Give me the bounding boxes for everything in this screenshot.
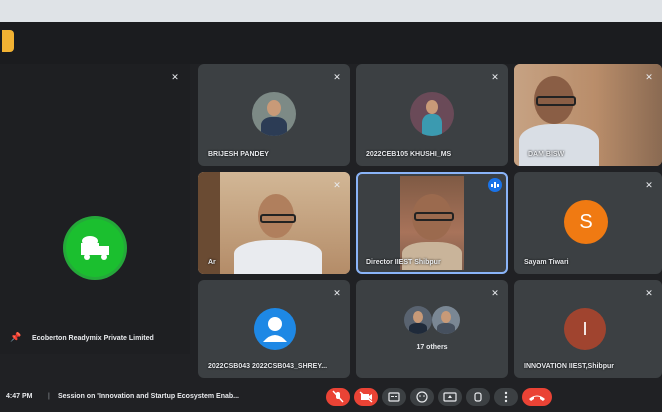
mute-icon: ✕ xyxy=(491,288,499,298)
glasses xyxy=(260,214,296,223)
participant-name: Ar xyxy=(208,259,216,266)
presenter-mute-icon: ✕ xyxy=(171,72,179,82)
participant-name: BRIJESH PANDEY xyxy=(208,151,269,158)
mute-icon: ✕ xyxy=(333,72,341,82)
avatar xyxy=(410,92,454,136)
mute-icon: ✕ xyxy=(645,180,653,190)
meeting-time: 4:47 PM xyxy=(6,393,33,400)
app-badge-icon[interactable] xyxy=(2,30,14,52)
others-avatar-1 xyxy=(404,306,432,334)
glasses xyxy=(536,96,576,106)
separator: | xyxy=(48,393,50,400)
present-icon[interactable] xyxy=(438,388,462,406)
meeting-title: Session on 'Innovation and Startup Ecosy… xyxy=(58,393,239,400)
captions-icon[interactable] xyxy=(382,388,406,406)
participant-shirt xyxy=(519,124,599,166)
more-options-icon[interactable] xyxy=(494,388,518,406)
avatar xyxy=(252,92,296,136)
mute-icon: ✕ xyxy=(645,72,653,82)
camera-off-icon[interactable] xyxy=(354,388,378,406)
participant-name: DAM BISW xyxy=(528,151,565,158)
participant-name: 2022CEB105 KHUSHI_MS xyxy=(366,151,452,158)
participant-name: INNOVATION IIEST,Shibpur xyxy=(524,363,614,370)
default-avatar-icon xyxy=(254,308,296,350)
leave-call-icon[interactable] xyxy=(522,388,552,406)
presenter-name: Ecoberton Readymix Private Limited xyxy=(32,335,154,342)
others-avatar-2 xyxy=(432,306,460,334)
initial-avatar: S xyxy=(564,200,608,244)
participant-name: Director IIEST Shibpur xyxy=(366,259,441,266)
participant-tile-9[interactable]: ✕ I INNOVATION IIEST,Shibpur xyxy=(514,280,662,378)
participant-tile-6[interactable]: ✕ S Sayam Tiwari xyxy=(514,172,662,274)
participant-name: Sayam Tiwari xyxy=(524,259,569,266)
participant-tile-7[interactable]: ✕ 2022CSB043 2022CSB043_SHREY... xyxy=(198,280,350,378)
raise-hand-icon[interactable] xyxy=(466,388,490,406)
participant-tile-1[interactable]: ✕ BRIJESH PANDEY xyxy=(198,64,350,166)
emoji-icon[interactable] xyxy=(410,388,434,406)
video-feed xyxy=(400,176,464,270)
others-count: 17 others xyxy=(416,344,448,351)
presenter-area: ✕ 📌 Ecoberton Readymix Private Limited xyxy=(0,64,190,354)
participant-shirt xyxy=(234,240,322,274)
mute-icon: ✕ xyxy=(333,180,341,190)
mic-off-icon[interactable] xyxy=(326,388,350,406)
mute-icon: ✕ xyxy=(333,288,341,298)
others-tile[interactable]: ✕ 17 others xyxy=(356,280,508,378)
initial-avatar: I xyxy=(564,308,606,350)
pin-icon[interactable]: 📌 xyxy=(10,332,21,343)
mute-icon: ✕ xyxy=(491,72,499,82)
avatar-initial: S xyxy=(579,211,593,233)
meet-window: ✕ 📌 Ecoberton Readymix Private Limited ✕… xyxy=(0,22,662,412)
avatar-initial: I xyxy=(582,319,588,339)
participant-tile-5[interactable]: Director IIEST Shibpur xyxy=(356,172,508,274)
participant-tile-2[interactable]: ✕ 2022CEB105 KHUSHI_MS xyxy=(356,64,508,166)
participant-tile-4[interactable]: ✕ Ar xyxy=(198,172,350,274)
presenter-logo-icon xyxy=(66,219,124,277)
participant-tile-3[interactable]: ✕ DAM BISW xyxy=(514,64,662,166)
participant-name: 2022CSB043 2022CSB043_SHREY... xyxy=(208,363,328,370)
top-bar xyxy=(0,22,662,64)
mute-icon: ✕ xyxy=(645,288,653,298)
speaking-indicator-icon xyxy=(488,178,502,192)
